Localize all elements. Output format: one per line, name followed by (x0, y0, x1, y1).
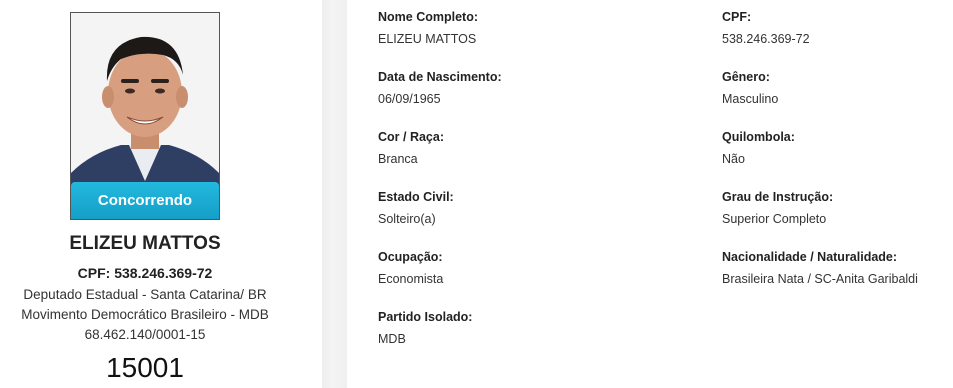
field-value: Branca (378, 152, 418, 166)
field-data-nascimento: Data de Nascimento: 06/09/1965 (378, 69, 502, 107)
field-value: MDB (378, 332, 406, 346)
candidate-name: ELIZEU MATTOS (69, 233, 221, 254)
field-cpf: CPF: 538.246.369-72 (722, 9, 810, 47)
candidate-party: Movimento Democrático Brasileiro - MDB (21, 307, 269, 322)
field-value: Masculino (722, 92, 779, 106)
field-estado-civil: Estado Civil: Solteiro(a) (378, 189, 454, 227)
field-nacionalidade: Nacionalidade / Naturalidade: Brasileira… (722, 249, 918, 287)
candidate-photo: Concorrendo (70, 12, 220, 220)
field-genero: Gênero: Masculino (722, 69, 778, 107)
field-value: Solteiro(a) (378, 212, 436, 226)
field-label: Partido Isolado: (378, 310, 473, 324)
field-nome-completo: Nome Completo: ELIZEU MATTOS (378, 9, 478, 47)
field-value: Não (722, 152, 745, 166)
field-label: Cor / Raça: (378, 130, 444, 144)
field-value: Superior Completo (722, 212, 827, 226)
panel-divider (322, 0, 347, 388)
field-label: Data de Nascimento: (378, 70, 502, 84)
candidate-number: 15001 (106, 352, 184, 383)
field-cor-raca: Cor / Raça: Branca (378, 129, 444, 167)
field-value: Economista (378, 272, 444, 286)
field-label: Estado Civil: (378, 190, 454, 204)
candidate-cnpj: 68.462.140/0001-15 (84, 327, 206, 342)
field-value: Brasileira Nata / SC-Anita Garibaldi (722, 272, 918, 286)
field-value: 538.246.369-72 (722, 32, 810, 46)
candidate-card: Concorrendo ELIZEU MATTOS CPF: 538.246.3… (0, 0, 322, 388)
field-ocupacao: Ocupação: Economista (378, 249, 443, 287)
field-label: Grau de Instrução: (722, 190, 834, 204)
candidate-cpf: CPF: 538.246.369-72 (77, 265, 213, 281)
field-grau-instrucao: Grau de Instrução: Superior Completo (722, 189, 833, 227)
field-label: CPF: (722, 10, 752, 24)
field-value: 06/09/1965 (378, 92, 441, 106)
field-quilombola: Quilombola: Não (722, 129, 795, 167)
field-label: Nome Completo: (378, 10, 478, 24)
candidate-office: Deputado Estadual - Santa Catarina/ BR (23, 287, 267, 302)
field-label: Gênero: (722, 70, 770, 84)
field-partido-isolado: Partido Isolado: MDB (378, 309, 472, 347)
field-label: Ocupação: (378, 250, 443, 264)
status-badge: Concorrendo (71, 182, 219, 219)
field-label: Quilombola: (722, 130, 795, 144)
field-label: Nacionalidade / Naturalidade: (722, 250, 898, 264)
field-value: ELIZEU MATTOS (378, 32, 477, 46)
